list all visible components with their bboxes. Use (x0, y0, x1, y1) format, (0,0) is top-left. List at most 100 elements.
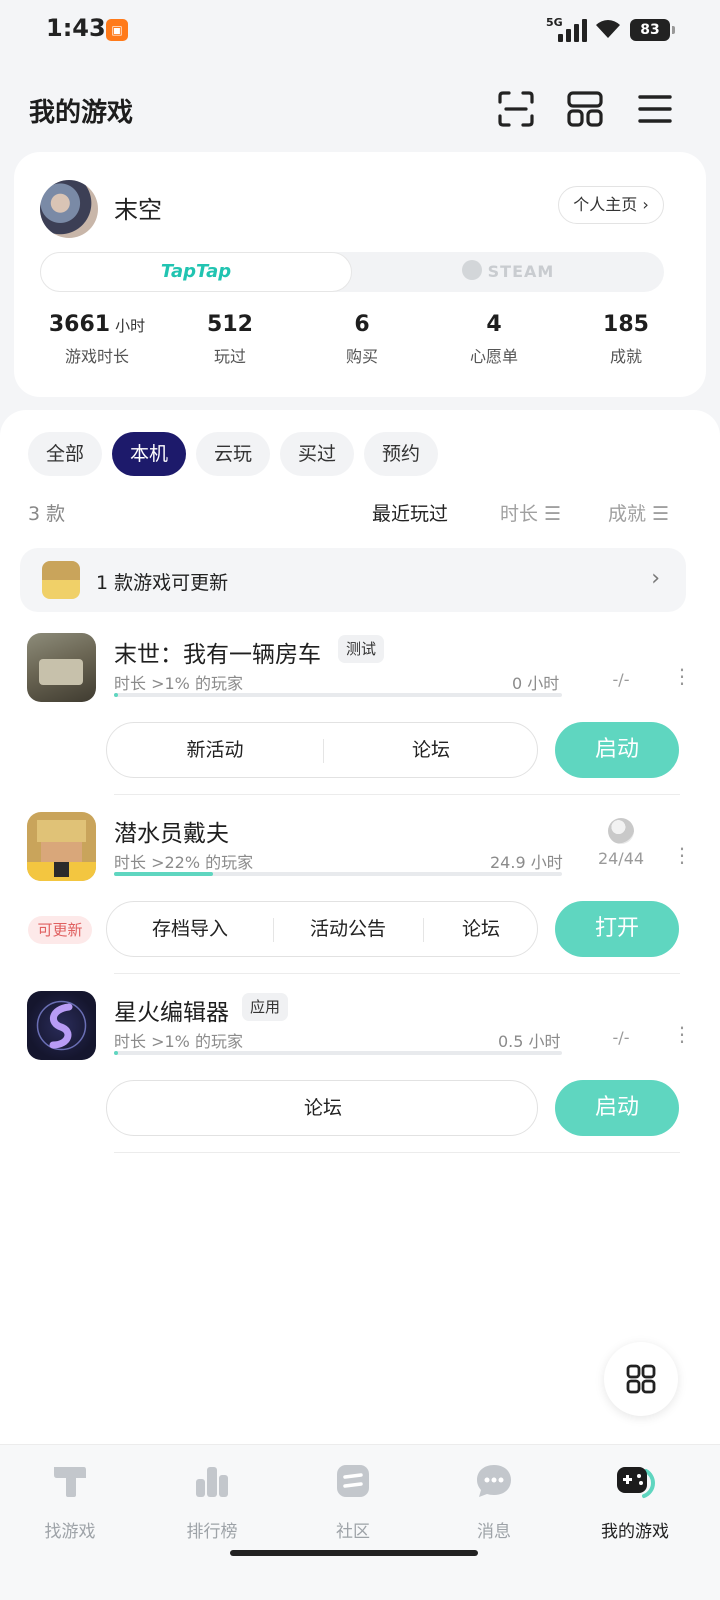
nav-find-games[interactable]: 找游戏 (10, 1461, 130, 1542)
playtime-progress (114, 1051, 562, 1055)
filter-chip-local[interactable]: 本机 (112, 432, 186, 476)
game-title[interactable]: 潜水员戴夫 (114, 814, 229, 848)
progress-fill (114, 872, 213, 876)
nav-my-games[interactable]: 我的游戏 (575, 1461, 695, 1542)
nav-label: 社区 (336, 1522, 370, 1542)
stat-label: 成就 (609, 347, 642, 366)
nav-label: 消息 (477, 1522, 511, 1542)
game-title[interactable]: 星火编辑器 (114, 993, 229, 1027)
scan-icon[interactable] (497, 90, 535, 128)
grid-icon (626, 1364, 656, 1394)
event-notice-button[interactable]: 活动公告 (273, 902, 423, 956)
stat-playtime[interactable]: 3661 小时 游戏时长 (31, 312, 163, 367)
platform-tab-steam[interactable]: STEAM (352, 252, 664, 292)
stat-value: 4 (486, 312, 502, 337)
forum-button[interactable]: 论坛 (323, 723, 539, 777)
game-actions: 新活动 论坛 (106, 722, 538, 778)
stat-achievements[interactable]: 185 成就 (560, 312, 692, 367)
launch-button[interactable]: 启动 (555, 1080, 679, 1136)
sort-duration[interactable]: 时长 ☰ (500, 499, 561, 526)
bottom-nav: 找游戏 排行榜 社区 消息 我的游戏 (0, 1444, 720, 1600)
stat-unit: 小时 (115, 317, 146, 335)
achievement-count: -/- (612, 1028, 630, 1047)
forum-button[interactable]: 论坛 (107, 1081, 539, 1135)
stat-label: 心愿单 (469, 347, 518, 366)
grid-view-button[interactable] (604, 1342, 678, 1416)
filter-chip-reserved[interactable]: 预约 (364, 432, 438, 476)
home-indicator[interactable] (230, 1550, 478, 1556)
game-title[interactable]: 末世：我有一辆房车 (114, 635, 321, 669)
icon-belt (54, 862, 69, 877)
nav-label: 我的游戏 (601, 1522, 669, 1542)
update-banner[interactable]: 1 款游戏可更新 › (20, 548, 686, 612)
more-options-icon[interactable]: ⋮ (672, 666, 692, 686)
diver-dave-small-icon (42, 561, 80, 599)
stat-value: 512 (207, 312, 253, 337)
filter-chip-bought[interactable]: 买过 (280, 432, 354, 476)
game-subtitle: 时长 >22% 的玩家 (114, 853, 254, 872)
stat-wishlist[interactable]: 4 心愿单 (428, 312, 560, 367)
chevron-right-icon: › (651, 566, 660, 591)
open-button[interactable]: 打开 (555, 901, 679, 957)
app-notification-icon: ▣ (106, 19, 128, 41)
icon-face (41, 842, 82, 862)
taptap-logo-icon (54, 1467, 86, 1497)
trophy-icon (608, 818, 634, 844)
nav-label: 排行榜 (186, 1522, 238, 1542)
stats-row: 3661 小时 游戏时长 512 玩过 6 购买 4 心愿单 185 成就 (14, 312, 706, 372)
stat-value: 3661 (48, 312, 111, 337)
menu-icon[interactable] (636, 90, 674, 128)
homepage-button[interactable]: 个人主页 › (558, 186, 664, 224)
gamepad-icon (617, 1467, 656, 1498)
game-subtitle: 时长 >1% 的玩家 (114, 1032, 243, 1051)
filter-chip-all[interactable]: 全部 (28, 432, 102, 476)
sort-achievement[interactable]: 成就 ☰ (608, 499, 669, 526)
game-actions: 存档导入 活动公告 论坛 (106, 901, 538, 957)
update-available-badge[interactable]: 可更新 (28, 916, 92, 944)
battery-indicator: 83 (630, 19, 675, 41)
ranking-icon (196, 1467, 228, 1497)
platform-tab-taptap[interactable]: TapTap (40, 252, 352, 292)
playtime-progress (114, 872, 562, 876)
stat-purchased[interactable]: 6 购买 (296, 312, 428, 367)
username: 末空 (114, 196, 162, 224)
steam-label: STEAM (487, 262, 555, 281)
icon-hat (37, 820, 86, 842)
layout-icon[interactable] (566, 90, 604, 128)
playtime-progress (114, 693, 562, 697)
achievement-count: -/- (612, 670, 630, 689)
nav-rankings[interactable]: 排行榜 (152, 1461, 272, 1542)
divider (114, 973, 680, 974)
update-banner-text: 1 款游戏可更新 (96, 572, 229, 594)
steam-icon (461, 260, 482, 280)
forum-button[interactable]: 论坛 (423, 902, 539, 956)
status-time: 1:43 (46, 14, 106, 42)
launch-button[interactable]: 启动 (555, 722, 679, 778)
platform-toggle: TapTap STEAM (40, 252, 664, 292)
game-tag: 应用 (242, 993, 289, 1021)
nav-label: 找游戏 (44, 1522, 96, 1542)
game-icon-rv[interactable] (27, 633, 96, 702)
more-options-icon[interactable]: ⋮ (672, 1024, 692, 1044)
nav-community[interactable]: 社区 (293, 1461, 413, 1542)
divider (114, 794, 680, 795)
game-icon-diver-dave[interactable] (27, 812, 96, 881)
game-icon-spark-editor[interactable] (27, 991, 96, 1060)
game-tag: 测试 (338, 635, 385, 663)
more-options-icon[interactable]: ⋮ (672, 845, 692, 865)
game-hours: 24.9 小时 (490, 853, 563, 872)
filter-chip-cloud[interactable]: 云玩 (196, 432, 270, 476)
nav-messages[interactable]: 消息 (434, 1461, 554, 1542)
achievement-count: 24/44 (597, 849, 645, 868)
new-activity-button[interactable]: 新活动 (107, 723, 323, 777)
game-hours: 0 小时 (512, 674, 560, 693)
progress-fill (114, 693, 119, 697)
stat-label: 玩过 (213, 347, 246, 366)
stat-played[interactable]: 512 玩过 (164, 312, 296, 367)
stat-value: 185 (603, 312, 649, 337)
sort-recent[interactable]: 最近玩过 (372, 499, 448, 526)
game-subtitle: 时长 >1% 的玩家 (114, 674, 243, 693)
avatar[interactable] (40, 180, 98, 238)
game-count: 3 款 (28, 503, 66, 525)
save-import-button[interactable]: 存档导入 (107, 902, 273, 956)
